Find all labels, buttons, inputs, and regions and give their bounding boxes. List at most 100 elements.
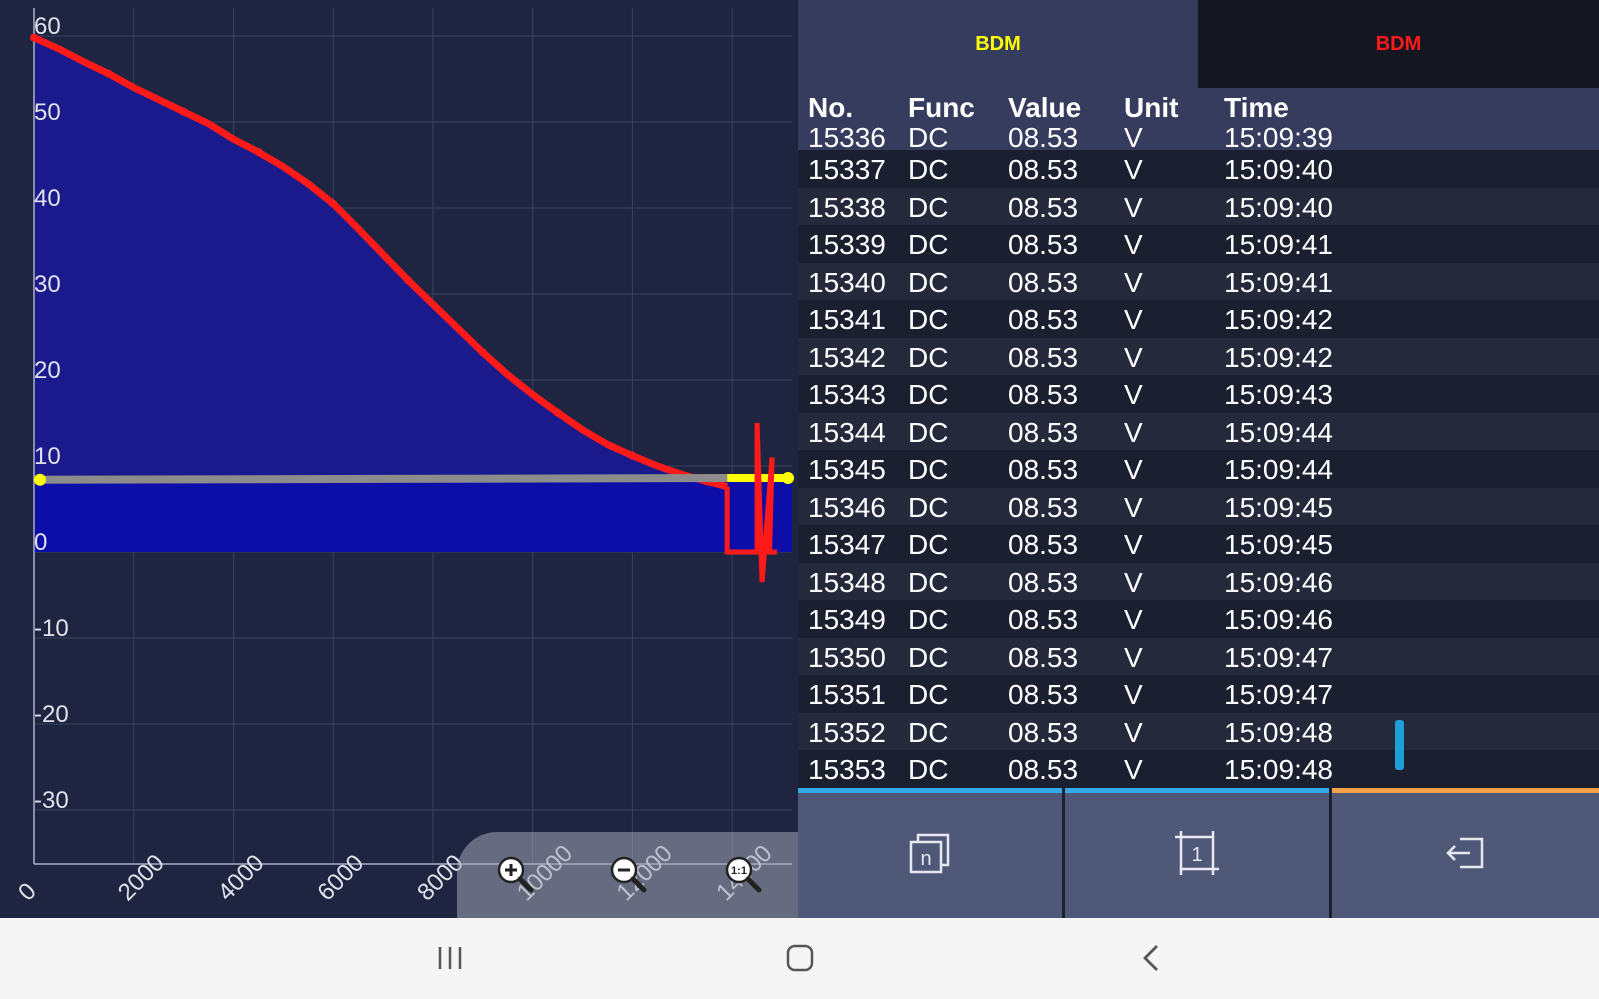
table-row[interactable]: 15347 DC 08.53 V 15:09:45 [798,525,1599,563]
y-tick-label: 50 [34,99,61,126]
cell-time: 15:09:47 [1224,679,1333,710]
zoom-out-icon [610,856,647,893]
partial-cell-unit: V [1124,122,1143,150]
cell-value: 08.53 [1008,304,1079,335]
cell-value: 08.53 [1008,566,1079,598]
x-tick-label: 0 [13,878,42,907]
zoom-out-button[interactable] [600,846,656,902]
cell-func: DC [908,529,949,560]
back-icon [1143,945,1158,971]
series-red-point [553,408,562,417]
cell-func: DC [908,491,949,523]
table-row[interactable]: 15339 DC 08.53 V 15:09:41 [798,225,1599,263]
single-page-label: 1 [1191,844,1202,866]
cell-unit: V [1124,154,1143,185]
exit-button[interactable] [1332,788,1599,918]
home-button[interactable] [770,936,830,980]
table-row[interactable]: 15337 DC 08.53 V 15:09:40 [798,150,1599,188]
partial-cell-time: 15:09:39 [1224,122,1333,150]
header-value: Value [1008,92,1082,123]
back-button[interactable] [1122,936,1182,980]
table-row[interactable]: 15345 DC 08.53 V 15:09:44 [798,450,1599,488]
cell-func: DC [908,154,949,185]
cell-value: 08.53 [1008,379,1079,410]
bottom-toolbar: n 1 [798,788,1599,918]
area-fill-lower [34,479,792,552]
cell-no: 15347 [808,529,886,560]
cell-time: 15:09:41 [1224,229,1333,260]
cell-unit: V [1124,641,1143,673]
cell-time: 15:09:42 [1224,304,1333,335]
y-tick-label: 30 [34,271,61,298]
zoom-reset-button[interactable]: 1:1 [715,846,771,902]
cell-unit: V [1124,566,1143,598]
cell-value: 08.53 [1008,754,1079,785]
tab-bdm-right[interactable]: BDM [1198,0,1599,88]
cell-func: DC [908,566,949,598]
system-navigation-bar [0,918,1599,999]
cell-func: DC [908,229,949,260]
y-tick-label: 10 [34,443,61,470]
table-header: No. Func Value Unit Time 15336 DC 08.53 … [798,88,1599,150]
zoom-reset-icon: 1:1 [725,856,762,893]
table-body[interactable]: 15337 DC 08.53 V 15:09:40 15338 DC 08.53 V 15:09:… [798,150,1599,788]
recents-icon [438,947,462,969]
chart-svg[interactable]: 6050403020100-10-20-30020004000600080001… [0,0,798,918]
cell-unit: V [1124,341,1143,373]
table-row[interactable]: 15351 DC 08.53 V 15:09:47 [798,675,1599,713]
cell-func: DC [908,266,949,298]
cell-time: 15:09:43 [1224,379,1333,410]
y-tick-label: 0 [34,529,47,556]
cell-value: 08.53 [1008,604,1079,635]
n-pages-button[interactable]: n [798,788,1062,918]
cell-unit: V [1124,304,1143,335]
table-row[interactable]: 15350 DC 08.53 V 15:09:47 [798,637,1599,675]
single-page-crop-button[interactable]: 1 [1065,788,1329,918]
header-unit: Unit [1124,92,1179,123]
y-tick-label: -10 [34,615,69,642]
table-row[interactable]: 15343 DC 08.53 V 15:09:43 [798,375,1599,413]
table-row[interactable]: 15348 DC 08.53 V 15:09:46 [798,562,1599,600]
header-func: Func [908,92,975,123]
cell-func: DC [908,454,949,485]
series-gray-line [33,474,728,484]
table-row[interactable]: 15342 DC 08.53 V 15:09:42 [798,337,1599,375]
cell-unit: V [1124,416,1143,448]
table-row[interactable]: 15346 DC 08.53 V 15:09:45 [798,487,1599,525]
table-row[interactable]: 15353 DC 08.53 V 15:09:48 [798,750,1599,788]
cell-unit: V [1124,191,1143,223]
scrollbar-thumb[interactable] [1395,720,1404,770]
series-red-point [478,348,487,357]
table-row[interactable]: 15341 DC 08.53 V 15:09:42 [798,300,1599,338]
series-yellow-start-point [34,473,46,486]
table-row[interactable]: 15338 DC 08.53 V 15:09:40 [798,187,1599,225]
table-row[interactable]: 15352 DC 08.53 V 15:09:48 [798,712,1599,750]
cell-no: 15337 [808,154,886,185]
table-row[interactable]: 15344 DC 08.53 V 15:09:44 [798,412,1599,450]
cell-value: 08.53 [1008,416,1079,448]
zoom-in-button[interactable] [487,846,543,902]
cell-time: 15:09:40 [1224,154,1333,185]
y-tick-label: 40 [34,185,61,212]
series-red-point [404,276,413,285]
single-page-indicator [1065,788,1329,793]
series-red-point [104,69,113,78]
tab-bdm-left-label: BDM [975,32,1021,55]
cell-no: 15346 [808,491,886,523]
tab-bdm-left[interactable]: BDM [798,0,1198,88]
zoom-toolbar: 1:1 [457,832,798,918]
cell-time: 15:09:40 [1224,191,1333,223]
cell-time: 15:09:46 [1224,566,1333,598]
table-row[interactable]: 15340 DC 08.53 V 15:09:41 [798,262,1599,300]
cell-func: DC [908,341,949,373]
single-page-crop-icon: 1 [1175,831,1219,875]
chart-panel[interactable]: 60 50 40 30 20 10 0 -10 -20 -30 0 2000 4000 6000 8000 1… [0,0,798,918]
recents-button[interactable] [420,936,480,980]
partial-cell-no: 15336 [808,122,886,150]
cell-no: 15341 [808,304,886,335]
cell-time: 15:09:46 [1224,604,1333,635]
cell-value: 08.53 [1008,266,1079,298]
table-row[interactable]: 15349 DC 08.53 V 15:09:46 [798,600,1599,638]
cell-no: 15345 [808,454,886,485]
cell-no: 15344 [808,416,886,448]
